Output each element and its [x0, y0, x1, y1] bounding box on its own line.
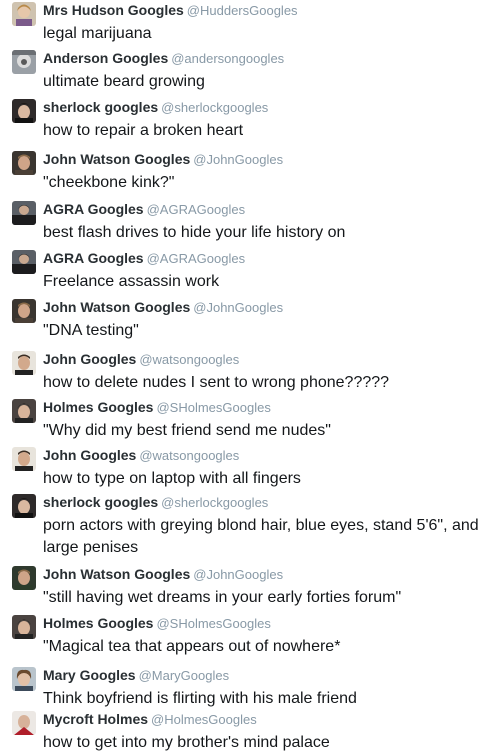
username-handle[interactable]: @HolmesGoogles — [151, 712, 257, 727]
username-handle[interactable]: @watsongoogles — [139, 448, 239, 463]
username-handle[interactable]: @SHolmesGoogles — [156, 400, 270, 415]
username-handle[interactable]: @sherlockgoogles — [161, 100, 268, 115]
username-handle[interactable]: @AGRAGoogles — [147, 251, 245, 266]
display-name[interactable]: Mycroft Holmes — [43, 711, 148, 727]
tweet-text: legal marijuana — [43, 25, 152, 42]
tweet-text: how to delete nudes I sent to wrong phon… — [43, 374, 390, 391]
username-handle[interactable]: @JohnGoogles — [193, 300, 283, 315]
display-name[interactable]: Anderson Googles — [43, 50, 168, 66]
john-avatar[interactable] — [12, 447, 36, 471]
tweet-text: Freelance assassin work — [43, 273, 220, 290]
username-handle[interactable]: @HuddersGoogles — [187, 3, 298, 18]
tweet-text: Think boyfriend is flirting with his mal… — [43, 690, 357, 707]
display-name[interactable]: John Watson Googles — [43, 299, 190, 315]
username-handle[interactable]: @MaryGoogles — [139, 668, 230, 683]
tweet-text: "DNA testing" — [43, 322, 139, 339]
john-watson-avatar[interactable] — [12, 566, 36, 590]
display-name[interactable]: Mary Googles — [43, 667, 136, 683]
display-name[interactable]: Mrs Hudson Googles — [43, 2, 184, 18]
display-name[interactable]: sherlock googles — [43, 494, 158, 510]
username-handle[interactable]: @JohnGoogles — [193, 152, 283, 167]
mycroft-avatar[interactable] — [12, 711, 36, 735]
username-handle[interactable]: @SHolmesGoogles — [156, 616, 270, 631]
username-handle[interactable]: @watsongoogles — [139, 352, 239, 367]
tweet-text: how to get into my brother's mind palace — [43, 734, 330, 751]
tweet-text: how to repair a broken heart — [43, 122, 244, 139]
tweet-text: porn actors with greying blond hair, blu… — [43, 517, 479, 556]
sherlock-avatar[interactable] — [12, 494, 36, 518]
tweet-text: best flash drives to hide your life hist… — [43, 224, 346, 241]
tweet-text: how to type on laptop with all fingers — [43, 470, 301, 487]
display-name[interactable]: John Watson Googles — [43, 151, 190, 167]
tweet-text: "still having wet dreams in your early f… — [43, 589, 402, 606]
display-name[interactable]: Holmes Googles — [43, 615, 153, 631]
tweet-text: "cheekbone kink?" — [43, 174, 175, 191]
username-handle[interactable]: @andersongoogles — [171, 51, 284, 66]
mrs-hudson-avatar[interactable] — [12, 2, 36, 26]
username-handle[interactable]: @sherlockgoogles — [161, 495, 268, 510]
display-name[interactable]: sherlock googles — [43, 99, 158, 115]
holmes-avatar[interactable] — [12, 399, 36, 423]
holmes-avatar[interactable] — [12, 615, 36, 639]
display-name[interactable]: AGRA Googles — [43, 250, 144, 266]
username-handle[interactable]: @JohnGoogles — [193, 567, 283, 582]
mary-avatar[interactable] — [12, 667, 36, 691]
display-name[interactable]: John Watson Googles — [43, 566, 190, 582]
john-watson-avatar[interactable] — [12, 299, 36, 323]
display-name[interactable]: John Googles — [43, 351, 136, 367]
agra-avatar[interactable] — [12, 250, 36, 274]
tweet-text: "Magical tea that appears out of nowhere… — [43, 638, 341, 655]
agra-avatar[interactable] — [12, 201, 36, 225]
sherlock-avatar[interactable] — [12, 99, 36, 123]
display-name[interactable]: AGRA Googles — [43, 201, 144, 217]
tweet-text: "Why did my best friend send me nudes" — [43, 422, 331, 439]
username-handle[interactable]: @AGRAGoogles — [147, 202, 245, 217]
john-avatar[interactable] — [12, 351, 36, 375]
display-name[interactable]: John Googles — [43, 447, 136, 463]
john-watson-avatar[interactable] — [12, 151, 36, 175]
display-name[interactable]: Holmes Googles — [43, 399, 153, 415]
anderson-avatar[interactable] — [12, 50, 36, 74]
tweet-text: ultimate beard growing — [43, 73, 205, 90]
